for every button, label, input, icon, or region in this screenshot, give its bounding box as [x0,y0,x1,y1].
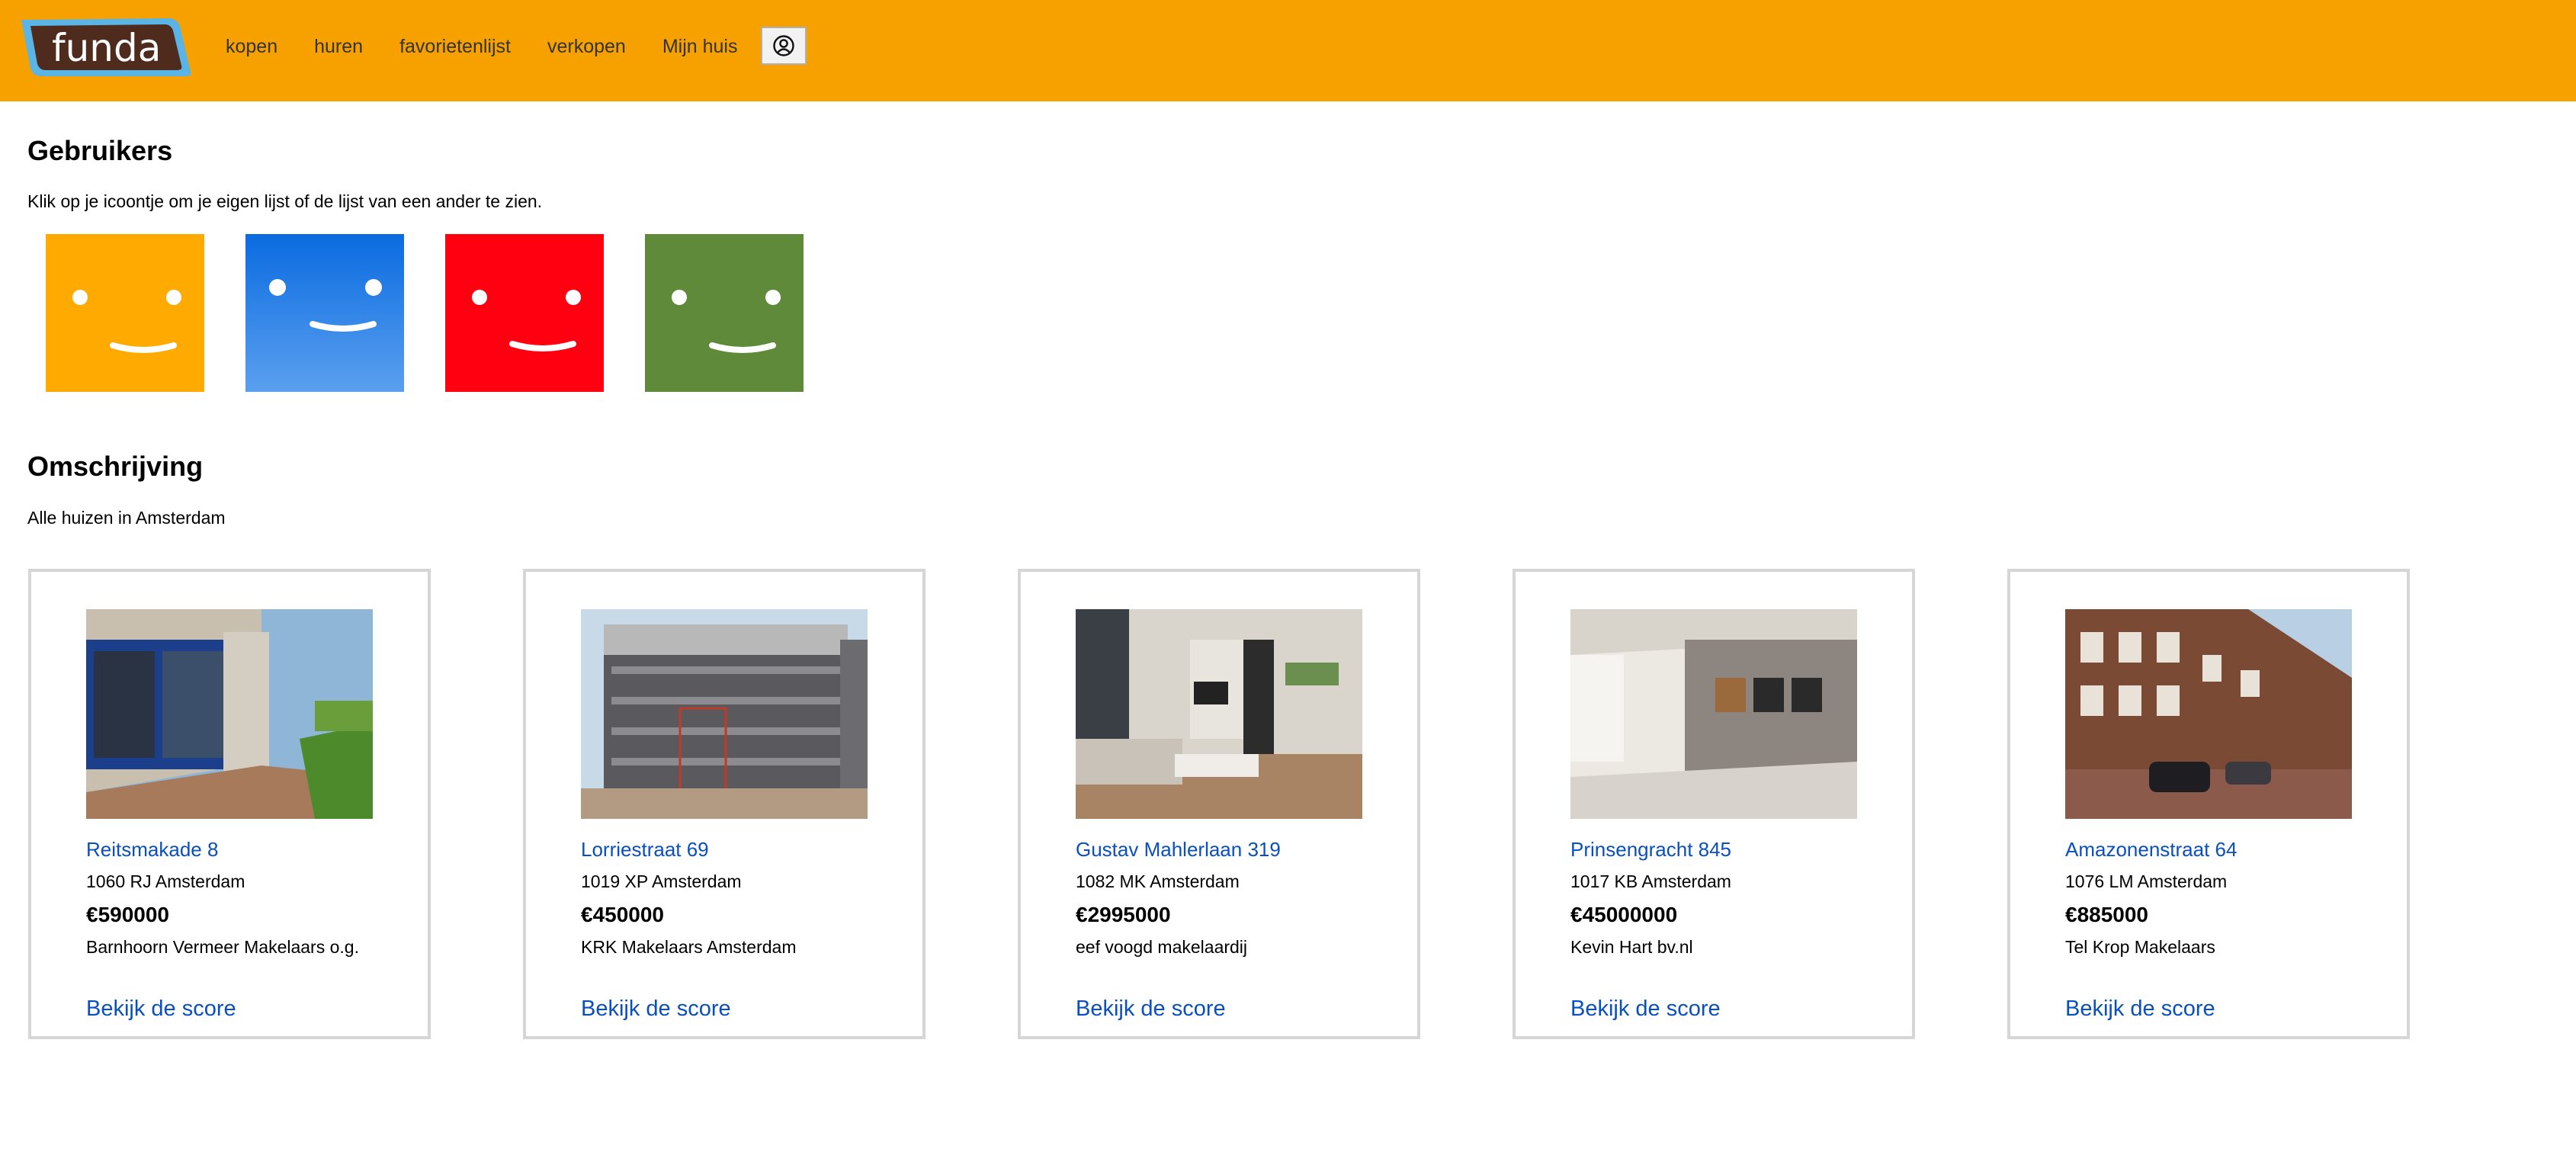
smiley-icon [645,234,804,392]
listing-price: €45000000 [1570,903,1678,926]
listing-price: €885000 [2065,903,2149,926]
house-photo-icon [1076,609,1362,819]
listing-card: Prinsengracht 845 1017 KB Amsterdam €450… [1513,569,1915,1039]
view-score-link[interactable]: Bekijk de score [86,997,236,1022]
nav-favorietenlijst[interactable]: favorietenlijst [399,36,511,58]
smiley-icon [46,234,204,392]
listing-street-link[interactable]: Reitsmakade 8 [86,838,218,862]
listing-photo[interactable] [1570,609,1857,819]
svg-text:funda: funda [52,26,161,70]
funda-logo-icon: funda [21,18,191,76]
description-text: Alle huizen in Amsterdam [27,508,226,528]
view-score-link[interactable]: Bekijk de score [1570,997,1721,1022]
listing-photo[interactable] [86,609,373,819]
listing-street-link[interactable]: Prinsengracht 845 [1570,838,1731,862]
avatar-blue[interactable] [245,234,404,392]
listing-photo[interactable] [581,609,868,819]
listing-city: 1076 LM Amsterdam [2065,871,2228,891]
nav-kopen[interactable]: kopen [226,36,277,58]
listing-price: €590000 [86,903,170,926]
listing-photo[interactable] [2065,609,2352,819]
user-circle-icon [773,35,794,56]
listing-city: 1082 MK Amsterdam [1076,871,1240,891]
listing-card: Gustav Mahlerlaan 319 1082 MK Amsterdam … [1018,569,1420,1039]
view-score-link[interactable]: Bekijk de score [581,997,731,1022]
listing-agent: Tel Krop Makelaars [2065,937,2215,957]
users-heading: Gebruikers [27,135,173,166]
user-avatar-list [46,234,804,392]
main-nav: kopen huren favorietenlijst verkopen Mij… [226,0,775,93]
nav-verkopen[interactable]: verkopen [547,36,626,58]
view-score-link[interactable]: Bekijk de score [2065,997,2215,1022]
listing-city: 1060 RJ Amsterdam [86,871,245,891]
listing-card: Lorriestraat 69 1019 XP Amsterdam €45000… [523,569,925,1039]
nav-mijn-huis[interactable]: Mijn huis [662,36,738,58]
listing-agent: eef voogd makelaardij [1076,937,1248,957]
listing-photo[interactable] [1076,609,1362,819]
listing-city: 1019 XP Amsterdam [581,871,742,891]
listing-street-link[interactable]: Gustav Mahlerlaan 319 [1076,838,1281,862]
listing-agent: KRK Makelaars Amsterdam [581,937,797,957]
listing-agent: Kevin Hart bv.nl [1570,937,1693,957]
house-photo-icon [2065,609,2352,819]
view-score-link[interactable]: Bekijk de score [1076,997,1226,1022]
listing-card: Reitsmakade 8 1060 RJ Amsterdam €590000 … [28,569,431,1039]
house-photo-icon [86,609,373,819]
users-instruction: Klik op je icoontje om je eigen lijst of… [27,191,543,211]
avatar-red[interactable] [445,234,604,392]
listing-agent: Barnhoorn Vermeer Makelaars o.g. [86,937,359,957]
smiley-icon [445,234,604,392]
nav-huren[interactable]: huren [314,36,363,58]
listing-city: 1017 KB Amsterdam [1570,871,1731,891]
listing-price: €450000 [581,903,665,926]
house-photo-icon [581,609,868,819]
funda-logo[interactable]: funda [18,15,192,78]
description-heading: Omschrijving [27,451,204,482]
listing-card: Amazonenstraat 64 1076 LM Amsterdam €885… [2007,569,2410,1039]
listing-price: €2995000 [1076,903,1171,926]
smiley-icon [245,234,404,392]
house-photo-icon [1570,609,1857,819]
avatar-green[interactable] [645,234,804,392]
listing-street-link[interactable]: Amazonenstraat 64 [2065,838,2237,862]
listing-grid: Reitsmakade 8 1060 RJ Amsterdam €590000 … [28,569,2410,1039]
account-button[interactable] [761,27,807,65]
listing-street-link[interactable]: Lorriestraat 69 [581,838,709,862]
site-header: funda kopen huren favorietenlijst verkop… [0,0,2576,101]
avatar-orange[interactable] [46,234,204,392]
